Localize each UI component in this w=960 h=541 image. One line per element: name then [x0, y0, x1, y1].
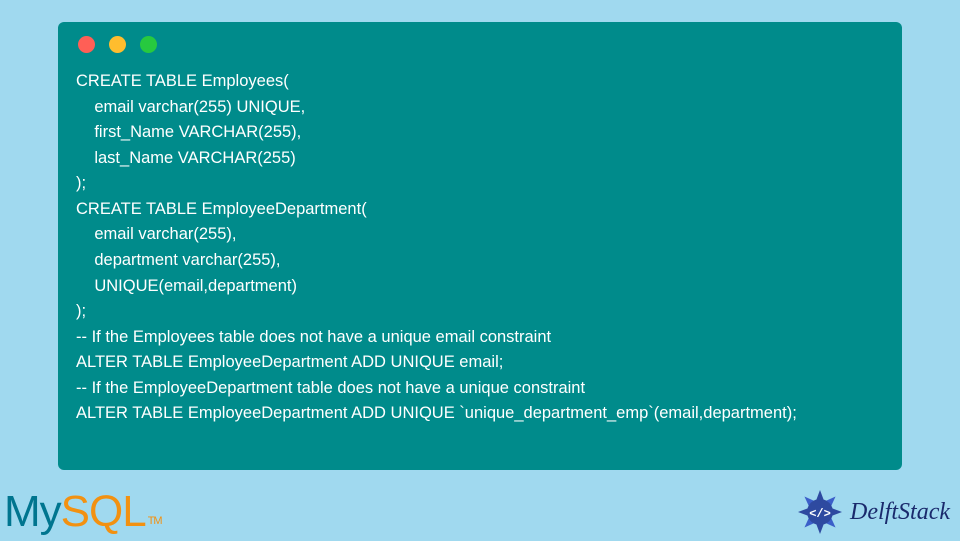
mysql-logo-tm: TM [148, 515, 162, 527]
mysql-logo-sql: SQL [61, 487, 146, 537]
mysql-logo: MySQLTM [4, 487, 162, 537]
code-window: CREATE TABLE Employees( email varchar(25… [58, 22, 902, 470]
delftstack-logo: </> DelftStack [796, 488, 950, 536]
code-content: CREATE TABLE Employees( email varchar(25… [76, 69, 884, 427]
minimize-icon[interactable] [109, 36, 126, 53]
maximize-icon[interactable] [140, 36, 157, 53]
window-controls [78, 36, 884, 53]
delftstack-text: DelftStack [850, 499, 950, 526]
footer: MySQLTM </> DelftStack [0, 484, 960, 540]
svg-text:</>: </> [809, 507, 831, 521]
mysql-logo-my: My [4, 487, 61, 537]
close-icon[interactable] [78, 36, 95, 53]
delftstack-badge-icon: </> [796, 488, 844, 536]
